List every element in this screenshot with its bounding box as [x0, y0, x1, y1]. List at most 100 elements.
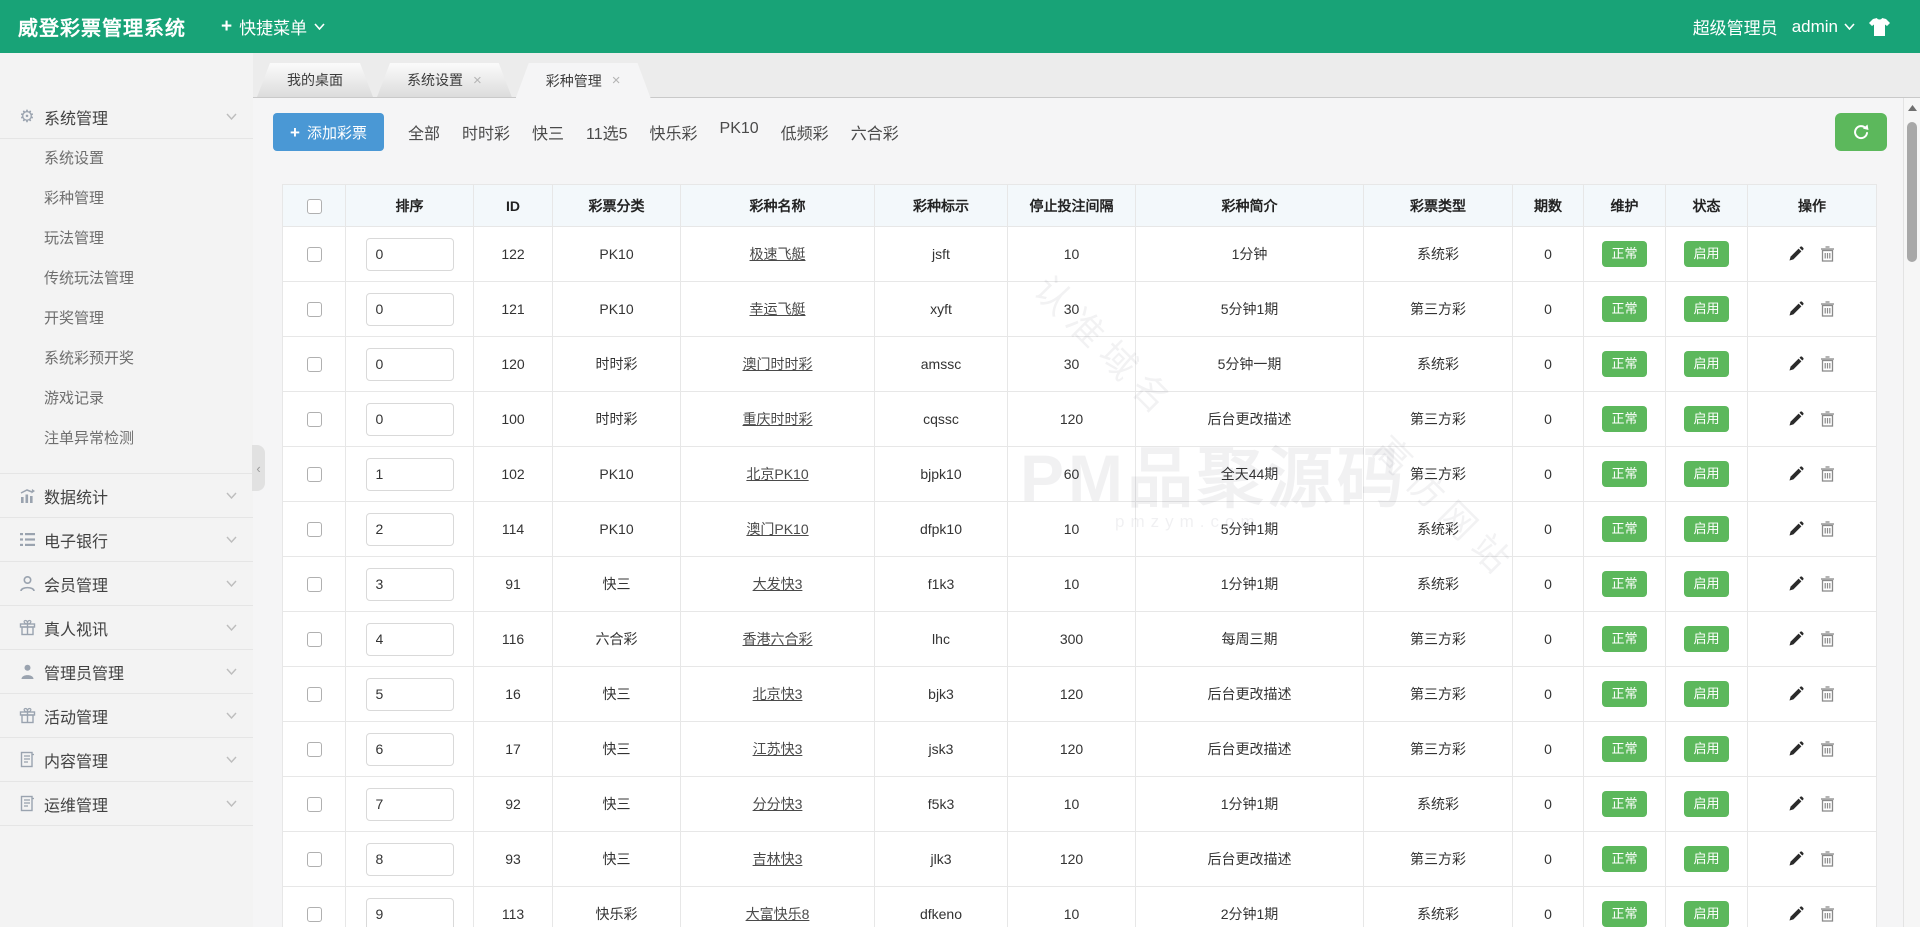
filter-link[interactable]: 六合彩 — [851, 120, 899, 144]
sidebar-section-system[interactable]: ⚙ 系统管理 — [0, 95, 253, 139]
status-badge[interactable]: 启用 — [1684, 901, 1729, 927]
edit-icon[interactable] — [1788, 686, 1804, 702]
lottery-name-link[interactable]: 香港六合彩 — [743, 631, 813, 647]
filter-link[interactable]: 全部 — [408, 120, 440, 144]
row-checkbox[interactable] — [306, 357, 322, 373]
delete-icon[interactable] — [1820, 356, 1836, 372]
sidebar-item[interactable]: 开奖管理 — [0, 299, 253, 339]
sort-input[interactable] — [365, 622, 454, 656]
status-badge[interactable]: 启用 — [1684, 296, 1729, 322]
sidebar-item[interactable]: 系统彩预开奖 — [0, 339, 253, 379]
lottery-name-link[interactable]: 大发快3 — [753, 576, 803, 592]
maintain-badge[interactable]: 正常 — [1602, 516, 1647, 542]
delete-icon[interactable] — [1820, 796, 1836, 812]
delete-icon[interactable] — [1820, 576, 1836, 592]
sidebar-section-content[interactable]: 内容管理 — [0, 738, 253, 782]
lottery-name-link[interactable]: 极速飞艇 — [750, 246, 806, 262]
delete-icon[interactable] — [1820, 906, 1836, 922]
filter-link[interactable]: 低频彩 — [781, 120, 829, 144]
tab-lottery-management[interactable]: 彩种管理 × — [516, 63, 651, 98]
row-checkbox[interactable] — [306, 797, 322, 813]
delete-icon[interactable] — [1820, 631, 1836, 647]
row-checkbox[interactable] — [306, 852, 322, 868]
row-checkbox[interactable] — [306, 522, 322, 538]
maintain-badge[interactable]: 正常 — [1602, 626, 1647, 652]
vertical-scrollbar[interactable] — [1903, 98, 1920, 927]
status-badge[interactable]: 启用 — [1684, 571, 1729, 597]
maintain-badge[interactable]: 正常 — [1602, 241, 1647, 267]
sort-input[interactable] — [365, 457, 454, 491]
sidebar-collapse-handle[interactable]: ‹ — [252, 445, 265, 491]
status-badge[interactable]: 启用 — [1684, 846, 1729, 872]
row-checkbox[interactable] — [306, 742, 322, 758]
scrollbar-thumb[interactable] — [1907, 122, 1917, 262]
delete-icon[interactable] — [1820, 411, 1836, 427]
filter-link[interactable]: PK10 — [720, 120, 759, 144]
edit-icon[interactable] — [1788, 301, 1804, 317]
lottery-name-link[interactable]: 幸运飞艇 — [750, 301, 806, 317]
row-checkbox[interactable] — [306, 412, 322, 428]
edit-icon[interactable] — [1788, 356, 1804, 372]
status-badge[interactable]: 启用 — [1684, 351, 1729, 377]
maintain-badge[interactable]: 正常 — [1602, 791, 1647, 817]
filter-link[interactable]: 快乐彩 — [650, 120, 698, 144]
status-badge[interactable]: 启用 — [1684, 461, 1729, 487]
edit-icon[interactable] — [1788, 411, 1804, 427]
sidebar-item[interactable]: 彩种管理 — [0, 179, 253, 219]
status-badge[interactable]: 启用 — [1684, 241, 1729, 267]
sidebar-section-ebank[interactable]: 电子银行 — [0, 518, 253, 562]
sort-input[interactable] — [365, 292, 454, 326]
maintain-badge[interactable]: 正常 — [1602, 406, 1647, 432]
edit-icon[interactable] — [1788, 246, 1804, 262]
sidebar-section-live-video[interactable]: 真人视讯 — [0, 606, 253, 650]
status-badge[interactable]: 启用 — [1684, 681, 1729, 707]
sort-input[interactable] — [365, 897, 454, 927]
lottery-name-link[interactable]: 北京PK10 — [746, 466, 808, 482]
sidebar-item[interactable]: 系统设置 — [0, 139, 253, 179]
sort-input[interactable] — [365, 842, 454, 876]
row-checkbox[interactable] — [306, 577, 322, 593]
sidebar-section-members[interactable]: 会员管理 — [0, 562, 253, 606]
lottery-name-link[interactable]: 江苏快3 — [753, 741, 803, 757]
maintain-badge[interactable]: 正常 — [1602, 571, 1647, 597]
status-badge[interactable]: 启用 — [1684, 406, 1729, 432]
sidebar-section-operations[interactable]: 运维管理 — [0, 782, 253, 826]
edit-icon[interactable] — [1788, 851, 1804, 867]
edit-icon[interactable] — [1788, 631, 1804, 647]
sidebar-section-activities[interactable]: 活动管理 — [0, 694, 253, 738]
maintain-badge[interactable]: 正常 — [1602, 461, 1647, 487]
row-checkbox[interactable] — [306, 302, 322, 318]
lottery-name-link[interactable]: 重庆时时彩 — [743, 411, 813, 427]
sidebar-section-administrators[interactable]: 管理员管理 — [0, 650, 253, 694]
row-checkbox[interactable] — [306, 247, 322, 263]
lottery-name-link[interactable]: 分分快3 — [753, 796, 803, 812]
row-checkbox[interactable] — [306, 467, 322, 483]
select-all-checkbox[interactable] — [306, 198, 322, 214]
sort-input[interactable] — [365, 237, 454, 271]
tab-system-settings[interactable]: 系统设置 × — [377, 63, 512, 97]
edit-icon[interactable] — [1788, 906, 1804, 922]
row-checkbox[interactable] — [306, 632, 322, 648]
lottery-name-link[interactable]: 澳门PK10 — [746, 521, 808, 537]
quick-menu-button[interactable]: + 快捷菜单 — [221, 14, 325, 39]
sidebar-item[interactable]: 注单异常检测 — [0, 419, 253, 459]
sort-input[interactable] — [365, 402, 454, 436]
add-lottery-button[interactable]: + 添加彩票 — [273, 113, 384, 151]
sort-input[interactable] — [365, 567, 454, 601]
edit-icon[interactable] — [1788, 741, 1804, 757]
lottery-name-link[interactable]: 北京快3 — [753, 686, 803, 702]
edit-icon[interactable] — [1788, 466, 1804, 482]
close-icon[interactable]: × — [612, 73, 621, 88]
delete-icon[interactable] — [1820, 741, 1836, 757]
maintain-badge[interactable]: 正常 — [1602, 296, 1647, 322]
maintain-badge[interactable]: 正常 — [1602, 351, 1647, 377]
sidebar-item[interactable]: 传统玩法管理 — [0, 259, 253, 299]
sort-input[interactable] — [365, 677, 454, 711]
refresh-button[interactable] — [1835, 113, 1887, 151]
maintain-badge[interactable]: 正常 — [1602, 681, 1647, 707]
sidebar-section-statistics[interactable]: 数据统计 — [0, 474, 253, 518]
filter-link[interactable]: 时时彩 — [462, 120, 510, 144]
edit-icon[interactable] — [1788, 576, 1804, 592]
delete-icon[interactable] — [1820, 246, 1836, 262]
delete-icon[interactable] — [1820, 521, 1836, 537]
